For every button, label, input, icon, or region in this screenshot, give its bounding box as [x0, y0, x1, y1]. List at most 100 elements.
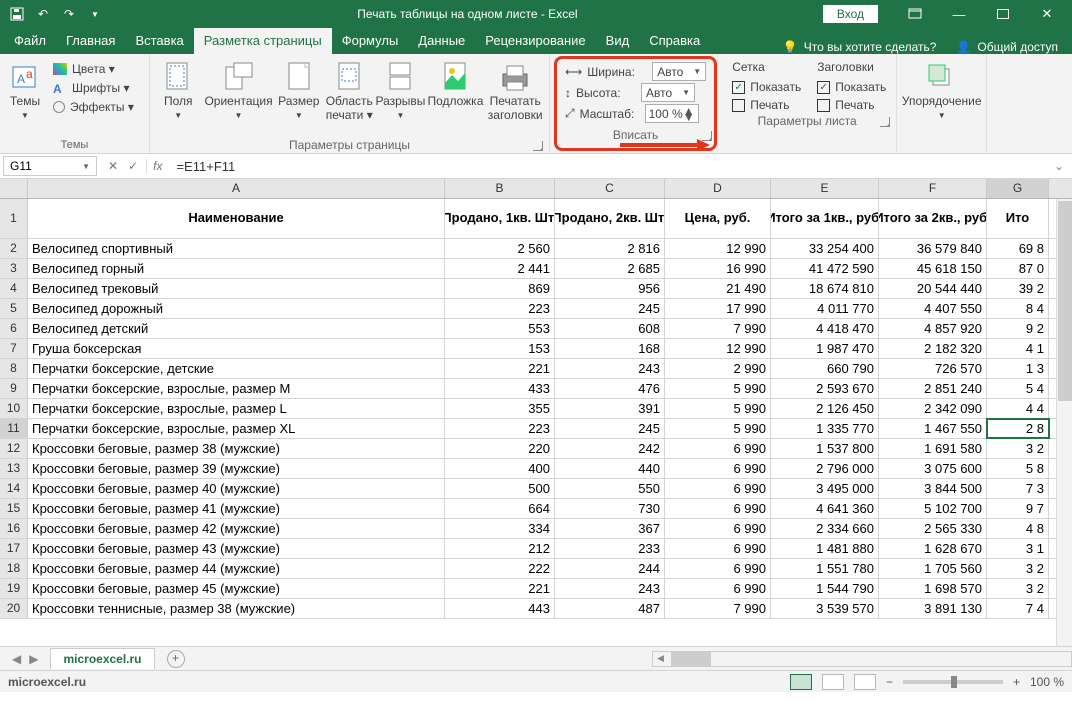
- row-header[interactable]: 17: [0, 539, 28, 558]
- cell[interactable]: 212: [445, 539, 555, 558]
- cell[interactable]: 1 3: [987, 359, 1049, 378]
- row-header[interactable]: 19: [0, 579, 28, 598]
- arrange-button[interactable]: Упорядочение▼: [901, 59, 982, 122]
- cell[interactable]: Кроссовки беговые, размер 40 (мужские): [28, 479, 445, 498]
- cell[interactable]: 400: [445, 459, 555, 478]
- cell[interactable]: 223: [445, 419, 555, 438]
- cell[interactable]: 5 8: [987, 459, 1049, 478]
- themes-button[interactable]: Aa Темы▼: [4, 59, 46, 122]
- sheet-nav-next-icon[interactable]: ▶: [29, 652, 38, 666]
- tab-file[interactable]: Файл: [4, 28, 56, 54]
- effects-button[interactable]: Эффекты ▾: [48, 99, 139, 115]
- cell[interactable]: 223: [445, 299, 555, 318]
- fonts-button[interactable]: AШрифты ▾: [48, 80, 139, 96]
- zoom-out-icon[interactable]: −: [886, 675, 893, 689]
- header-cell[interactable]: Цена, руб.: [665, 199, 771, 238]
- row-header[interactable]: 18: [0, 559, 28, 578]
- cell[interactable]: 233: [555, 539, 665, 558]
- cell[interactable]: 21 490: [665, 279, 771, 298]
- cell[interactable]: 5 990: [665, 379, 771, 398]
- cell[interactable]: 4 011 770: [771, 299, 879, 318]
- scale-height-field[interactable]: Авто▼: [641, 83, 695, 102]
- cell[interactable]: 45 618 150: [879, 259, 987, 278]
- cell[interactable]: 391: [555, 399, 665, 418]
- close-icon[interactable]: ✕: [1026, 2, 1068, 26]
- scale-launcher-icon[interactable]: [702, 131, 712, 141]
- qat-dropdown-icon[interactable]: ▼: [84, 3, 106, 25]
- cell[interactable]: Кроссовки беговые, размер 45 (мужские): [28, 579, 445, 598]
- fx-icon[interactable]: fx: [146, 159, 168, 173]
- cell[interactable]: 2 8: [987, 419, 1049, 438]
- cell[interactable]: 2 441: [445, 259, 555, 278]
- cell[interactable]: 6 990: [665, 579, 771, 598]
- select-all-corner[interactable]: [0, 179, 28, 198]
- cell[interactable]: 1 537 800: [771, 439, 879, 458]
- margins-button[interactable]: Поля▼: [154, 59, 202, 122]
- cell[interactable]: 8 4: [987, 299, 1049, 318]
- cell[interactable]: 2 796 000: [771, 459, 879, 478]
- row-header[interactable]: 9: [0, 379, 28, 398]
- cell[interactable]: 87 0: [987, 259, 1049, 278]
- cell[interactable]: 2 816: [555, 239, 665, 258]
- cell[interactable]: 33 254 400: [771, 239, 879, 258]
- row-header[interactable]: 10: [0, 399, 28, 418]
- cell[interactable]: 1 467 550: [879, 419, 987, 438]
- cell[interactable]: 36 579 840: [879, 239, 987, 258]
- cell[interactable]: 2 182 320: [879, 339, 987, 358]
- cell[interactable]: Перчатки боксерские, взрослые, размер XL: [28, 419, 445, 438]
- cell[interactable]: 168: [555, 339, 665, 358]
- sheet-tab[interactable]: microexcel.ru: [50, 648, 154, 669]
- header-cell[interactable]: Ито: [987, 199, 1049, 238]
- name-box[interactable]: G11▼: [3, 156, 97, 176]
- horizontal-scrollbar[interactable]: ◀: [652, 651, 1072, 667]
- tab-pagelayout[interactable]: Разметка страницы: [194, 28, 332, 54]
- cell[interactable]: Кроссовки беговые, размер 44 (мужские): [28, 559, 445, 578]
- cell[interactable]: 41 472 590: [771, 259, 879, 278]
- col-header-A[interactable]: A: [28, 179, 445, 198]
- col-header-D[interactable]: D: [665, 179, 771, 198]
- cell[interactable]: Велосипед спортивный: [28, 239, 445, 258]
- cell[interactable]: 730: [555, 499, 665, 518]
- minimize-icon[interactable]: —: [938, 2, 980, 26]
- row-header[interactable]: 3: [0, 259, 28, 278]
- cell[interactable]: 6 990: [665, 439, 771, 458]
- zoom-value[interactable]: 100 %: [1030, 675, 1064, 689]
- gridlines-show-checkbox[interactable]: ✓Показать: [732, 80, 801, 94]
- cell[interactable]: 6 990: [665, 539, 771, 558]
- cell[interactable]: 367: [555, 519, 665, 538]
- save-icon[interactable]: [6, 3, 28, 25]
- cell[interactable]: 3 495 000: [771, 479, 879, 498]
- cell[interactable]: 69 8: [987, 239, 1049, 258]
- row-header[interactable]: 14: [0, 479, 28, 498]
- cell[interactable]: 1 705 560: [879, 559, 987, 578]
- maximize-icon[interactable]: [982, 2, 1024, 26]
- cell[interactable]: 487: [555, 599, 665, 618]
- cell[interactable]: 3 075 600: [879, 459, 987, 478]
- col-header-B[interactable]: B: [445, 179, 555, 198]
- size-button[interactable]: Размер▼: [275, 59, 323, 122]
- tell-me[interactable]: 💡Что вы хотите сделать?: [773, 40, 947, 54]
- cell[interactable]: 12 990: [665, 239, 771, 258]
- cell[interactable]: Перчатки боксерские, взрослые, размер L: [28, 399, 445, 418]
- cell[interactable]: 153: [445, 339, 555, 358]
- cell[interactable]: 1 551 780: [771, 559, 879, 578]
- cell[interactable]: 2 126 450: [771, 399, 879, 418]
- headings-show-checkbox[interactable]: ✓Показать: [817, 80, 886, 94]
- row-header[interactable]: 5: [0, 299, 28, 318]
- cell[interactable]: 222: [445, 559, 555, 578]
- cell[interactable]: 243: [555, 359, 665, 378]
- row-header[interactable]: 4: [0, 279, 28, 298]
- undo-icon[interactable]: ↶: [32, 3, 54, 25]
- cell[interactable]: 5 4: [987, 379, 1049, 398]
- cell[interactable]: 3 1: [987, 539, 1049, 558]
- tab-data[interactable]: Данные: [408, 28, 475, 54]
- cell[interactable]: 4 407 550: [879, 299, 987, 318]
- pagesetup-launcher-icon[interactable]: [533, 141, 543, 151]
- cell[interactable]: 221: [445, 359, 555, 378]
- cell[interactable]: 1 544 790: [771, 579, 879, 598]
- cell[interactable]: 1 628 670: [879, 539, 987, 558]
- tab-insert[interactable]: Вставка: [125, 28, 193, 54]
- colors-button[interactable]: Цвета ▾: [48, 61, 139, 77]
- header-cell[interactable]: Итого за 2кв., руб.: [879, 199, 987, 238]
- cell[interactable]: 334: [445, 519, 555, 538]
